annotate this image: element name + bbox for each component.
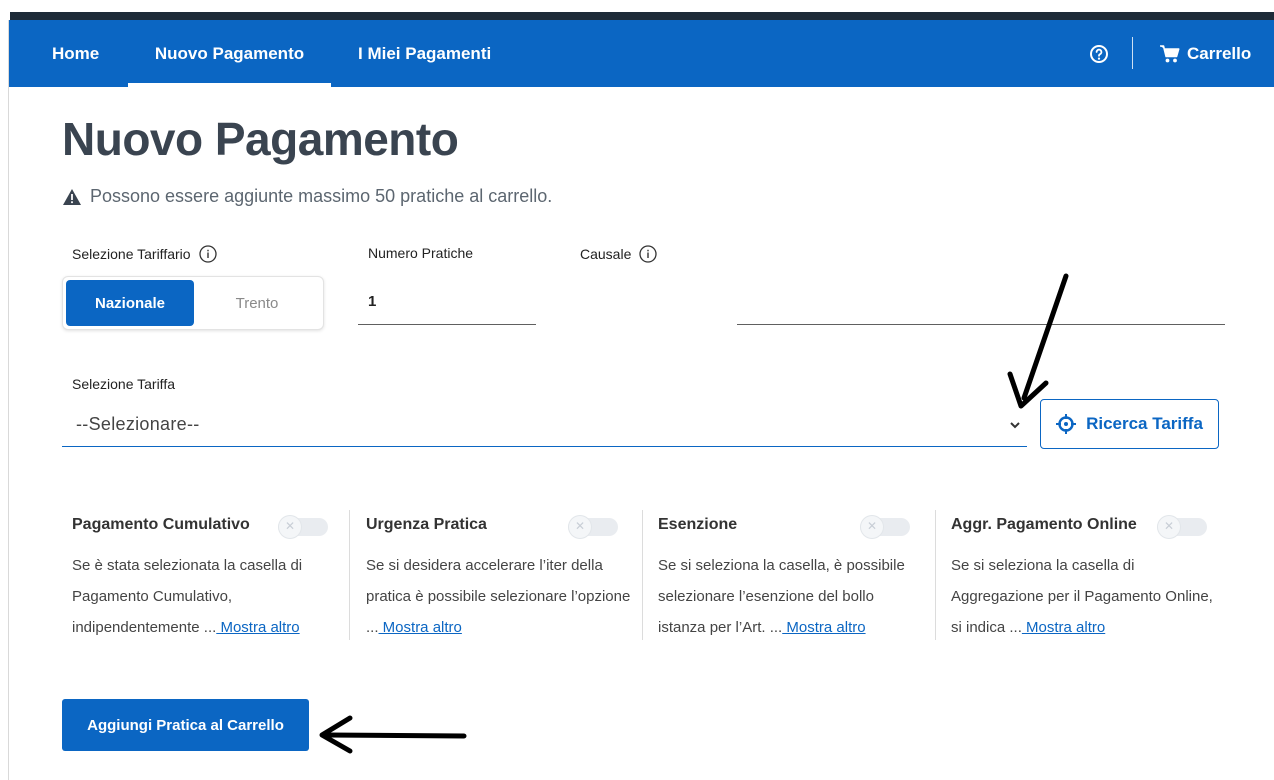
option-title: Urgenza Pratica xyxy=(366,516,487,533)
close-icon: ✕ xyxy=(574,519,586,533)
divider xyxy=(349,510,350,640)
tariffario-toggle: Nazionale Trento xyxy=(62,276,324,330)
tariffa-select-value: --Selezionare-- xyxy=(76,414,200,434)
tariffario-label: Selezione Tariffario xyxy=(72,246,191,262)
option-description: Se si seleziona la casella di Aggregazio… xyxy=(951,550,1216,643)
mostra-altro-link[interactable]: Mostra altro xyxy=(216,619,299,636)
arrow-to-add-button-icon xyxy=(319,715,467,754)
option-pagamento-cumulativo: Pagamento Cumulativo ✕ Se è stata selezi… xyxy=(72,510,337,640)
info-icon[interactable] xyxy=(639,245,658,263)
divider xyxy=(935,510,936,640)
option-urgenza-pratica: Urgenza Pratica ✕ Se si desidera acceler… xyxy=(366,510,631,640)
nav-miei-pagamenti[interactable]: I Miei Pagamenti xyxy=(358,20,491,87)
mostra-altro-link[interactable]: Mostra altro xyxy=(379,619,462,636)
option-title: Pagamento Cumulativo xyxy=(72,516,250,533)
cart-label: Carrello xyxy=(1187,43,1252,63)
aggiungi-pratica-label: Aggiungi Pratica al Carrello xyxy=(87,716,284,734)
aggiungi-pratica-button[interactable]: Aggiungi Pratica al Carrello xyxy=(62,699,309,751)
aggr-pagamento-online-toggle[interactable]: ✕ xyxy=(1157,516,1207,538)
top-dark-bar xyxy=(10,12,1274,20)
options-row: Pagamento Cumulativo ✕ Se è stata selezi… xyxy=(62,510,1227,640)
nav-home-label: Home xyxy=(52,43,100,63)
nav-nuovo-pagamento[interactable]: Nuovo Pagamento xyxy=(128,20,331,87)
tariffario-option-trento[interactable]: Trento xyxy=(194,280,320,326)
warning-message: Possono essere aggiunte massimo 50 prati… xyxy=(62,186,552,207)
numero-pratiche-label: Numero Pratiche xyxy=(368,245,474,261)
option-aggr-pagamento-online: Aggr. Pagamento Online ✕ Se si seleziona… xyxy=(951,510,1221,640)
nav-nuovo-pagamento-label: Nuovo Pagamento xyxy=(154,43,305,63)
causale-label: Causale xyxy=(580,246,632,262)
causale-label-group: Causale xyxy=(580,245,658,263)
left-border xyxy=(8,20,9,780)
nav-miei-pagamenti-label: I Miei Pagamenti xyxy=(358,43,492,63)
info-icon[interactable] xyxy=(198,245,217,263)
divider xyxy=(642,510,643,640)
pagamento-cumulativo-toggle[interactable]: ✕ xyxy=(278,516,328,538)
option-description: Se si desidera accelerare l’iter della p… xyxy=(366,550,631,643)
chevron-down-icon xyxy=(1010,422,1020,429)
shopping-cart-icon xyxy=(1160,44,1180,62)
mostra-altro-link[interactable]: Mostra altro xyxy=(782,619,865,636)
toggle-knob: ✕ xyxy=(1158,516,1180,538)
cart-button[interactable]: Carrello xyxy=(1159,20,1251,87)
close-icon: ✕ xyxy=(866,519,878,533)
warning-text: Possono essere aggiunte massimo 50 prati… xyxy=(90,186,553,206)
numero-label-group: Numero Pratiche xyxy=(368,245,473,261)
close-icon: ✕ xyxy=(1163,519,1175,533)
numero-pratiche-value: 1 xyxy=(368,293,377,310)
tariffa-select[interactable]: --Selezionare-- xyxy=(62,402,1027,447)
esenzione-toggle[interactable]: ✕ xyxy=(860,516,910,538)
tariffa-label-group: Selezione Tariffa xyxy=(72,376,175,392)
ricerca-tariffa-button[interactable]: Ricerca Tariffa xyxy=(1040,399,1219,449)
page-title: Nuovo Pagamento xyxy=(62,113,459,165)
ricerca-tariffa-label: Ricerca Tariffa xyxy=(1086,414,1203,433)
close-icon: ✕ xyxy=(284,519,296,533)
help-circle-icon[interactable] xyxy=(1089,44,1109,64)
crosshair-icon xyxy=(1056,414,1077,434)
tariffario-label-group: Selezione Tariffario xyxy=(72,245,217,263)
nav-separator xyxy=(1132,37,1133,69)
urgenza-pratica-toggle[interactable]: ✕ xyxy=(568,516,618,538)
option-title: Esenzione xyxy=(658,516,738,533)
top-navbar: Home Nuovo Pagamento I Miei Pagamenti Ca… xyxy=(9,20,1274,87)
causale-input[interactable] xyxy=(737,290,1225,325)
tariffario-option-nazionale[interactable]: Nazionale xyxy=(66,280,194,326)
toggle-knob: ✕ xyxy=(569,516,591,538)
option-esenzione: Esenzione ✕ Se si seleziona la casella, … xyxy=(658,510,923,640)
numero-pratiche-input[interactable]: 1 xyxy=(358,290,536,325)
option-description: Se si seleziona la casella, è possibile … xyxy=(658,550,923,643)
option-description: Se è stata selezionata la casella di Pag… xyxy=(72,550,337,643)
nav-home[interactable]: Home xyxy=(52,20,99,87)
warning-triangle-icon xyxy=(63,188,81,205)
mostra-altro-link[interactable]: Mostra altro xyxy=(1022,619,1105,636)
option-title: Aggr. Pagamento Online xyxy=(951,516,1137,533)
toggle-knob: ✕ xyxy=(279,516,301,538)
selezione-tariffa-label: Selezione Tariffa xyxy=(72,376,175,392)
toggle-knob: ✕ xyxy=(861,516,883,538)
top-strip xyxy=(0,0,1274,20)
